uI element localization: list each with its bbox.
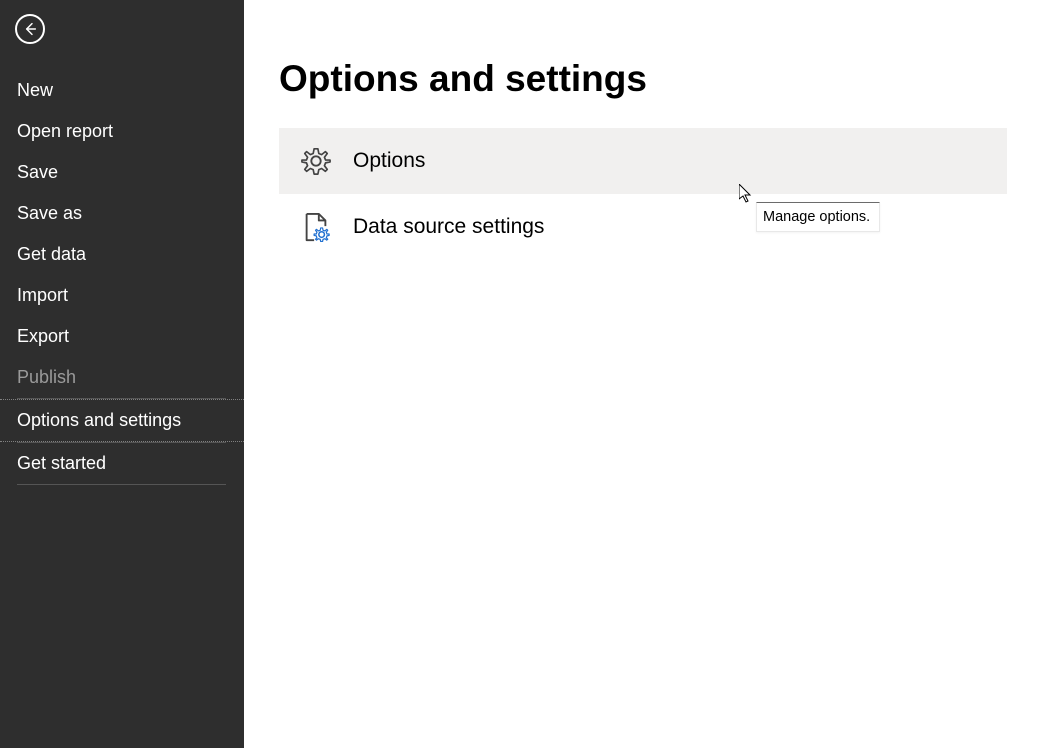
- sidebar-item-open-report[interactable]: Open report: [0, 111, 244, 152]
- nav-list: New Open report Save Save as Get data Im…: [0, 70, 244, 485]
- sidebar-item-export[interactable]: Export: [0, 316, 244, 357]
- tooltip: Manage options.: [756, 202, 880, 232]
- sidebar-item-new[interactable]: New: [0, 70, 244, 111]
- sidebar-item-save-as[interactable]: Save as: [0, 193, 244, 234]
- main-panel: Options and settings Options: [244, 0, 1037, 748]
- option-list: Options Data source settings: [279, 128, 1007, 260]
- sidebar-item-save[interactable]: Save: [0, 152, 244, 193]
- sidebar-item-get-data[interactable]: Get data: [0, 234, 244, 275]
- option-label: Options: [353, 149, 425, 173]
- arrow-left-icon: [22, 21, 38, 37]
- page-title: Options and settings: [279, 58, 1007, 100]
- nav-divider: [17, 484, 226, 485]
- gear-icon: [301, 146, 331, 176]
- sidebar-item-options-and-settings[interactable]: Options and settings: [0, 399, 244, 442]
- document-gear-icon: [301, 212, 331, 242]
- option-item-data-source-settings[interactable]: Data source settings: [279, 194, 1007, 260]
- back-button[interactable]: [15, 14, 45, 44]
- sidebar-item-get-started[interactable]: Get started: [0, 443, 244, 484]
- sidebar-item-publish: Publish: [0, 357, 244, 398]
- option-item-options[interactable]: Options: [279, 128, 1007, 194]
- sidebar: New Open report Save Save as Get data Im…: [0, 0, 244, 748]
- option-label: Data source settings: [353, 215, 544, 239]
- sidebar-item-import[interactable]: Import: [0, 275, 244, 316]
